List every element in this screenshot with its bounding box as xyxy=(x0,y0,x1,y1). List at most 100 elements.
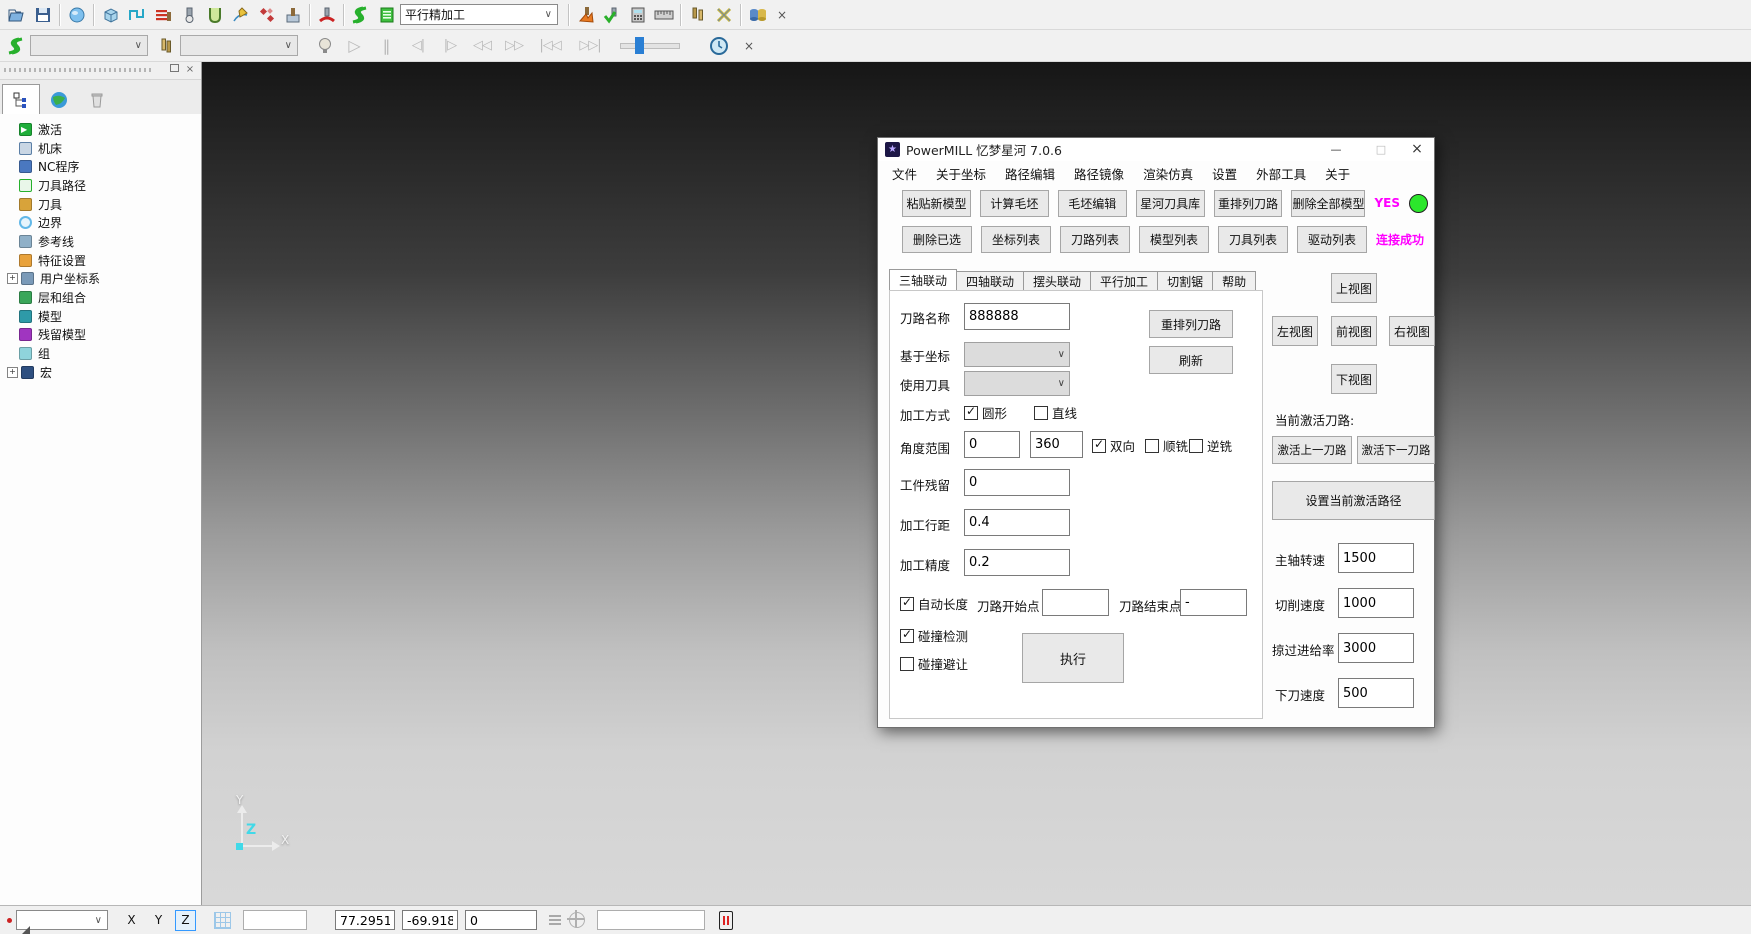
ball-tool-icon[interactable] xyxy=(176,3,202,27)
tab-4axis[interactable]: 四轴联动 xyxy=(957,271,1024,291)
sim-toolpath-combobox[interactable]: ∨ xyxy=(30,35,148,56)
tool-library-button[interactable]: 星河刀具库 xyxy=(1136,190,1205,217)
tree-item-models[interactable]: 模型 xyxy=(6,307,201,326)
axis-y-button[interactable]: Y xyxy=(148,910,169,931)
tool-list-button[interactable]: 刀具列表 xyxy=(1218,226,1288,253)
angle-from-input[interactable] xyxy=(964,431,1020,458)
climb-mill-checkbox-row[interactable]: 顺铣 xyxy=(1145,436,1188,455)
tree-item-macros[interactable]: +宏 xyxy=(6,363,201,382)
close-button[interactable]: × xyxy=(1402,140,1432,159)
tree-item-tools[interactable]: 刀具 xyxy=(6,195,201,214)
speed-slider-handle[interactable] xyxy=(635,37,644,54)
u-cutter-icon[interactable] xyxy=(202,3,228,27)
spindle-speed-input[interactable] xyxy=(1338,543,1414,573)
conventional-mill-checkbox[interactable] xyxy=(1189,439,1203,453)
rearrange-button[interactable]: 重排列刀路 xyxy=(1149,310,1233,338)
conventional-mill-checkbox-row[interactable]: 逆铣 xyxy=(1189,436,1232,455)
active-toolpath-icon[interactable] xyxy=(348,3,374,27)
coord-list-button[interactable]: 坐标列表 xyxy=(981,226,1051,253)
save-project-icon[interactable] xyxy=(30,3,56,27)
go-to-end-button[interactable]: ▷▷| xyxy=(570,38,610,53)
calc-stock-button[interactable]: 计算毛坯 xyxy=(980,190,1049,217)
float-panel-icon[interactable] xyxy=(167,63,181,76)
tree-item-boundaries[interactable]: 边界 xyxy=(6,213,201,232)
auto-length-checkbox-row[interactable]: ✓自动长度 xyxy=(900,594,968,613)
view-top-button[interactable]: 上视图 xyxy=(1331,273,1377,303)
swap-arrows-icon[interactable] xyxy=(711,3,737,27)
start-point-input[interactable] xyxy=(1042,589,1109,616)
tree-item-workplanes[interactable]: +用户坐标系 xyxy=(6,270,201,289)
axis-z-button[interactable]: Z xyxy=(175,910,196,931)
stepover-input[interactable] xyxy=(964,509,1070,536)
close-panel-icon[interactable]: × xyxy=(183,63,197,76)
rearrange-toolpaths-button[interactable]: 重排列刀路 xyxy=(1214,190,1283,217)
plunge-feed-input[interactable] xyxy=(1338,678,1414,708)
panel-grip[interactable]: × xyxy=(0,62,201,80)
play-button[interactable]: ▷ xyxy=(338,36,370,55)
auto-length-checkbox[interactable]: ✓ xyxy=(900,597,914,611)
maximize-button[interactable]: □ xyxy=(1366,140,1396,159)
bidirectional-checkbox[interactable]: ✓ xyxy=(1092,439,1106,453)
tab-recycle-bin[interactable] xyxy=(78,84,116,115)
model-list-button[interactable]: 模型列表 xyxy=(1139,226,1209,253)
cursor-x-readout[interactable] xyxy=(335,910,395,930)
angle-to-input[interactable] xyxy=(1030,431,1083,458)
tree-item-feature-sets[interactable]: 特征设置 xyxy=(6,251,201,270)
axis-x-button[interactable]: X xyxy=(121,910,142,931)
end-point-input[interactable] xyxy=(1180,589,1247,616)
delete-all-models-button[interactable]: 删除全部模型 xyxy=(1291,190,1365,217)
tool-copy-icon[interactable] xyxy=(685,3,711,27)
viewmill-sphere-icon[interactable] xyxy=(64,3,90,27)
climb-mill-checkbox[interactable] xyxy=(1145,439,1159,453)
lightbulb-icon[interactable] xyxy=(312,34,338,58)
collision-avoid-checkbox-row[interactable]: 碰撞避让 xyxy=(900,654,968,673)
tree-item-patterns[interactable]: 参考线 xyxy=(6,232,201,251)
refresh-button[interactable]: 刷新 xyxy=(1149,346,1233,374)
speed-slider[interactable] xyxy=(620,43,680,49)
view-bottom-button[interactable]: 下视图 xyxy=(1331,364,1377,394)
tolerance-input[interactable] xyxy=(964,549,1070,576)
menu-coords[interactable]: 关于坐标 xyxy=(936,164,986,183)
nc-program-icon[interactable] xyxy=(150,3,176,27)
delete-selected-button[interactable]: 删除已选 xyxy=(902,226,972,253)
view-front-button[interactable]: 前视图 xyxy=(1331,316,1377,346)
cutting-feed-input[interactable] xyxy=(1338,588,1414,618)
circle-checkbox-row[interactable]: ✓圆形 xyxy=(964,403,1007,422)
tab-parallel[interactable]: 平行加工 xyxy=(1091,271,1158,291)
toolbar-close-icon[interactable]: × xyxy=(771,8,793,22)
tree-item-machine[interactable]: 机床 xyxy=(6,139,201,158)
sim-tool-combobox[interactable]: ∨ xyxy=(180,35,298,56)
menu-external-tools[interactable]: 外部工具 xyxy=(1256,164,1306,183)
cursor-y-readout[interactable] xyxy=(402,910,458,930)
activate-prev-toolpath-button[interactable]: 激活上一刀路 xyxy=(1272,436,1352,464)
view-left-button[interactable]: 左视图 xyxy=(1272,316,1318,346)
tree-item-stock-models[interactable]: 残留模型 xyxy=(6,326,201,345)
line-checkbox[interactable] xyxy=(1034,406,1048,420)
drag-handle[interactable] xyxy=(4,68,153,72)
tab-saw[interactable]: 切割锯 xyxy=(1158,271,1213,291)
menu-file[interactable]: 文件 xyxy=(892,164,917,183)
toolpath-strategy-icon[interactable] xyxy=(124,3,150,27)
tree-item-toolpaths[interactable]: 刀具路径 xyxy=(6,176,201,195)
verify-tool-icon[interactable] xyxy=(599,3,625,27)
pattern-points-icon[interactable] xyxy=(254,3,280,27)
menu-render-sim[interactable]: 渲染仿真 xyxy=(1143,164,1193,183)
bidirectional-checkbox-row[interactable]: ✓双向 xyxy=(1092,436,1135,455)
tab-help[interactable]: 帮助 xyxy=(1213,271,1256,291)
menu-path-edit[interactable]: 路径编辑 xyxy=(1005,164,1055,183)
database-cylinders-icon[interactable] xyxy=(745,3,771,27)
activate-next-toolpath-button[interactable]: 激活下一刀路 xyxy=(1357,436,1435,464)
menu-path-mirror[interactable]: 路径镜像 xyxy=(1074,164,1124,183)
block-icon[interactable] xyxy=(98,3,124,27)
tab-3axis[interactable]: 三轴联动 xyxy=(889,269,957,291)
tree-item-nc-programs[interactable]: NC程序 xyxy=(6,157,201,176)
toolpath-list-button[interactable]: 刀路列表 xyxy=(1060,226,1130,253)
stock-edit-button[interactable]: 毛坯编辑 xyxy=(1058,190,1127,217)
tab-swivel-head[interactable]: 摆头联动 xyxy=(1024,271,1091,291)
view-right-button[interactable]: 右视图 xyxy=(1389,316,1435,346)
cursor-z-readout[interactable] xyxy=(465,910,537,930)
toolpath-name-input[interactable] xyxy=(964,303,1070,330)
circle-checkbox[interactable]: ✓ xyxy=(964,406,978,420)
tree-item-levels-and-sets[interactable]: 层和组合 xyxy=(6,288,201,307)
drive-list-button[interactable]: 驱动列表 xyxy=(1297,226,1367,253)
